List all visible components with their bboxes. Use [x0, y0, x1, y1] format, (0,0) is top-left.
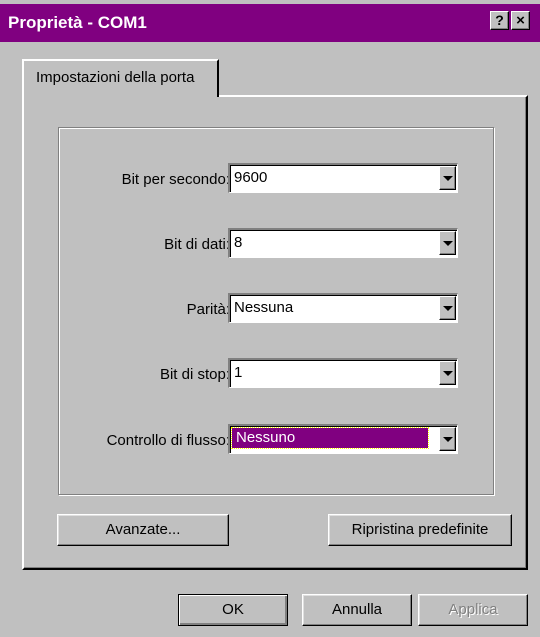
bits-per-second-select[interactable]: 9600 [228, 163, 458, 193]
window-title: Proprietà - COM1 [8, 13, 147, 32]
close-button[interactable]: × [511, 11, 530, 30]
apply-button[interactable]: Applica [418, 594, 528, 626]
flow-control-select[interactable]: Nessuno [228, 424, 458, 454]
bits-per-second-value: 9600 [234, 169, 268, 186]
chevron-down-icon[interactable] [439, 296, 456, 320]
tab-port-settings[interactable]: Impostazioni della porta [22, 59, 219, 97]
chevron-down-icon[interactable] [439, 166, 456, 190]
bits-per-second-label: Bit per secondo: [121, 171, 230, 188]
flow-control-label: Controllo di flusso: [106, 432, 230, 449]
stop-bits-label: Bit di stop: [159, 366, 230, 383]
data-bits-label: Bit di dati: [164, 236, 230, 253]
properties-dialog: Proprietà - COM1 ? × Impostazioni della … [0, 0, 540, 637]
data-bits-value: 8 [234, 234, 243, 251]
parity-value: Nessuna [234, 299, 294, 316]
stop-bits-value: 1 [234, 364, 243, 381]
help-button[interactable]: ? [490, 11, 509, 30]
advanced-button[interactable]: Avanzate... [57, 514, 229, 546]
title-bar[interactable]: Proprietà - COM1 ? × [0, 4, 540, 42]
chevron-down-icon[interactable] [439, 427, 456, 451]
stop-bits-select[interactable]: 1 [228, 358, 458, 388]
chevron-down-icon[interactable] [439, 361, 456, 385]
parity-label: Parità: [186, 301, 230, 318]
data-bits-select[interactable]: 8 [228, 228, 458, 258]
cancel-button[interactable]: Annulla [302, 594, 412, 626]
ok-button[interactable]: OK [178, 594, 288, 626]
chevron-down-icon[interactable] [439, 231, 456, 255]
restore-defaults-button[interactable]: Ripristina predefinite [328, 514, 512, 546]
tab-label: Impostazioni della porta [36, 69, 195, 86]
flow-control-value: Nessuno [231, 427, 429, 449]
parity-select[interactable]: Nessuna [228, 293, 458, 323]
